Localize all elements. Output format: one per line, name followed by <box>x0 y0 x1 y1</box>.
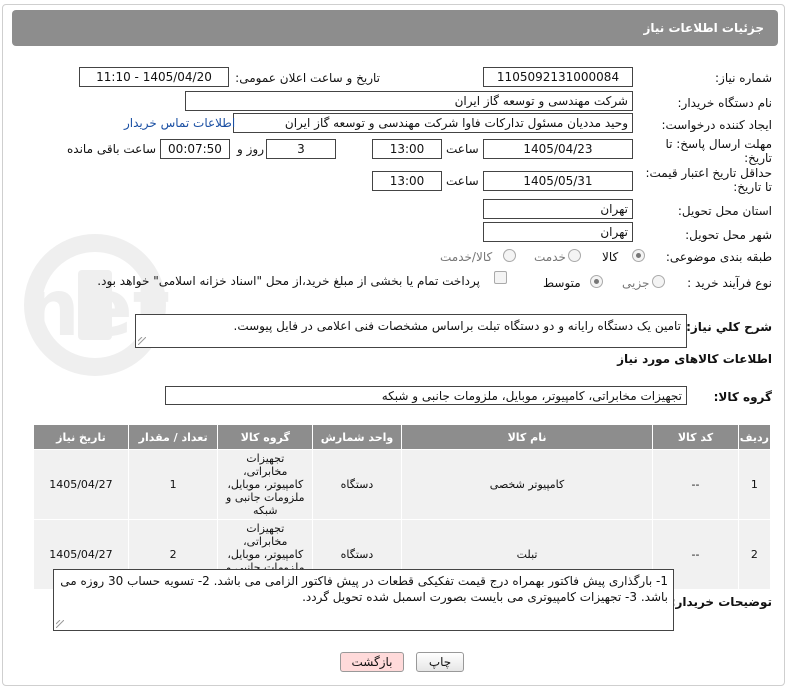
deadline-date-field[interactable]: 1405/04/23 <box>483 139 633 159</box>
cell-name: کامپیوتر شخصی <box>400 449 654 520</box>
col-header-unit: واحد شمارش <box>312 424 402 450</box>
col-header-row-number: ردیف <box>737 424 772 450</box>
process-label: نوع فرآیند خرید : <box>687 276 772 290</box>
col-header-group: گروه کالا <box>217 424 314 450</box>
province-field[interactable]: تهران <box>483 199 633 219</box>
deadline-time-label: ساعت <box>446 142 479 156</box>
buyer-contact-link[interactable]: اطلاعات تماس خریدار <box>124 116 235 130</box>
cell-row-number: 2 <box>737 519 772 590</box>
col-header-need-date: تاریخ نیاز <box>33 424 129 450</box>
goods-group-field[interactable]: تجهیزات مخابراتی، کامپیوتر، موبایل، ملزو… <box>165 386 687 405</box>
table-row[interactable]: 1 -- کامپیوتر شخصی دستگاه تجهیزات مخابرا… <box>33 449 772 520</box>
validity-time-label: ساعت <box>446 174 479 188</box>
remaining-label: ساعت باقی مانده <box>67 142 157 156</box>
cell-quantity: 1 <box>127 449 219 520</box>
process-radio-minor[interactable] <box>652 275 665 288</box>
print-button[interactable]: چاپ <box>416 652 464 672</box>
goods-table: ردیف کد کالا نام کالا واحد شمارش گروه کا… <box>33 424 772 590</box>
requester-label: ایجاد کننده درخواست: <box>661 118 772 132</box>
goods-info-title: اطلاعات کالاهای مورد نیاز <box>617 352 772 366</box>
remaining-days-field[interactable]: 3 <box>266 139 336 159</box>
goods-group-label: گروه کالا: <box>713 390 772 404</box>
remaining-time-field[interactable]: 00:07:50 <box>160 139 230 159</box>
treasury-payment-note: پرداخت تمام یا بخشی از مبلغ خرید،از محل … <box>97 274 480 288</box>
deadline-label: مهلت ارسال پاسخ: تا تاریخ: <box>665 137 772 165</box>
treasury-payment-checkbox[interactable] <box>494 271 507 284</box>
category-option-service: خدمت <box>534 250 566 264</box>
cell-need-date: 1405/04/27 <box>33 449 129 520</box>
buyer-notes-textarea[interactable]: 1- بارگذاری پیش فاکتور بهمراه درج قیمت ت… <box>53 569 674 631</box>
category-option-goods: کالا <box>602 250 619 264</box>
buyer-notes-label: توضیحات خریدار: <box>670 595 772 609</box>
col-header-name: نام کالا <box>400 424 654 450</box>
validity-time-field[interactable]: 13:00 <box>372 171 442 191</box>
cell-code: -- <box>652 449 739 520</box>
category-option-goods-service: کالا/خدمت <box>440 250 493 264</box>
need-number-field[interactable]: 1105092131000084 <box>483 67 633 87</box>
category-label: طبقه بندی موضوعی: <box>665 250 772 264</box>
process-option-medium: متوسط <box>543 276 581 290</box>
validity-label: حداقل تاریخ اعتبار قیمت: تا تاریخ: <box>645 166 772 194</box>
buyer-notes-text: 1- بارگذاری پیش فاکتور بهمراه درج قیمت ت… <box>60 574 668 604</box>
back-button[interactable]: بازگشت <box>340 652 404 672</box>
days-label: روز و <box>237 142 264 156</box>
process-radio-medium[interactable] <box>590 275 603 288</box>
col-header-quantity: تعداد / مقدار <box>127 424 219 450</box>
cell-unit: دستگاه <box>312 449 402 520</box>
page-title: جزئیات اطلاعات نیاز <box>12 10 778 46</box>
announce-label: تاریخ و ساعت اعلان عمومی: <box>235 71 380 85</box>
resize-handle-icon[interactable] <box>138 337 146 345</box>
table-header-row: ردیف کد کالا نام کالا واحد شمارش گروه کا… <box>33 424 772 450</box>
need-number-label: شماره نیاز: <box>715 71 772 85</box>
buyer-org-field[interactable]: شرکت مهندسی و توسعه گاز ایران <box>185 91 633 111</box>
description-textarea[interactable]: تامین یک دستگاه رایانه و دو دستگاه تبلت … <box>135 314 687 348</box>
description-text: تامین یک دستگاه رایانه و دو دستگاه تبلت … <box>233 319 682 333</box>
resize-handle-icon[interactable] <box>56 620 64 628</box>
category-radio-goods-service[interactable] <box>503 249 516 262</box>
city-label: شهر محل تحویل: <box>685 228 772 242</box>
deadline-time-field[interactable]: 13:00 <box>372 139 442 159</box>
category-radio-service[interactable] <box>568 249 581 262</box>
description-label: شرح کلي نياز: <box>686 320 772 334</box>
city-field[interactable]: تهران <box>483 222 633 242</box>
category-radio-goods[interactable] <box>632 249 645 262</box>
announce-field[interactable]: 1405/04/20 - 11:10 <box>79 67 229 87</box>
cell-group: تجهیزات مخابراتی، کامپیوتر، موبایل، ملزو… <box>217 449 314 520</box>
validity-date-field[interactable]: 1405/05/31 <box>483 171 633 191</box>
col-header-code: کد کالا <box>652 424 739 450</box>
buyer-org-label: نام دستگاه خریدار: <box>677 96 773 110</box>
process-option-minor: جزیی <box>622 276 650 290</box>
cell-row-number: 1 <box>737 449 772 520</box>
requester-field[interactable]: وحید مددیان مسئول تدارکات فاوا شرکت مهند… <box>233 113 633 133</box>
province-label: استان محل تحویل: <box>677 204 772 218</box>
